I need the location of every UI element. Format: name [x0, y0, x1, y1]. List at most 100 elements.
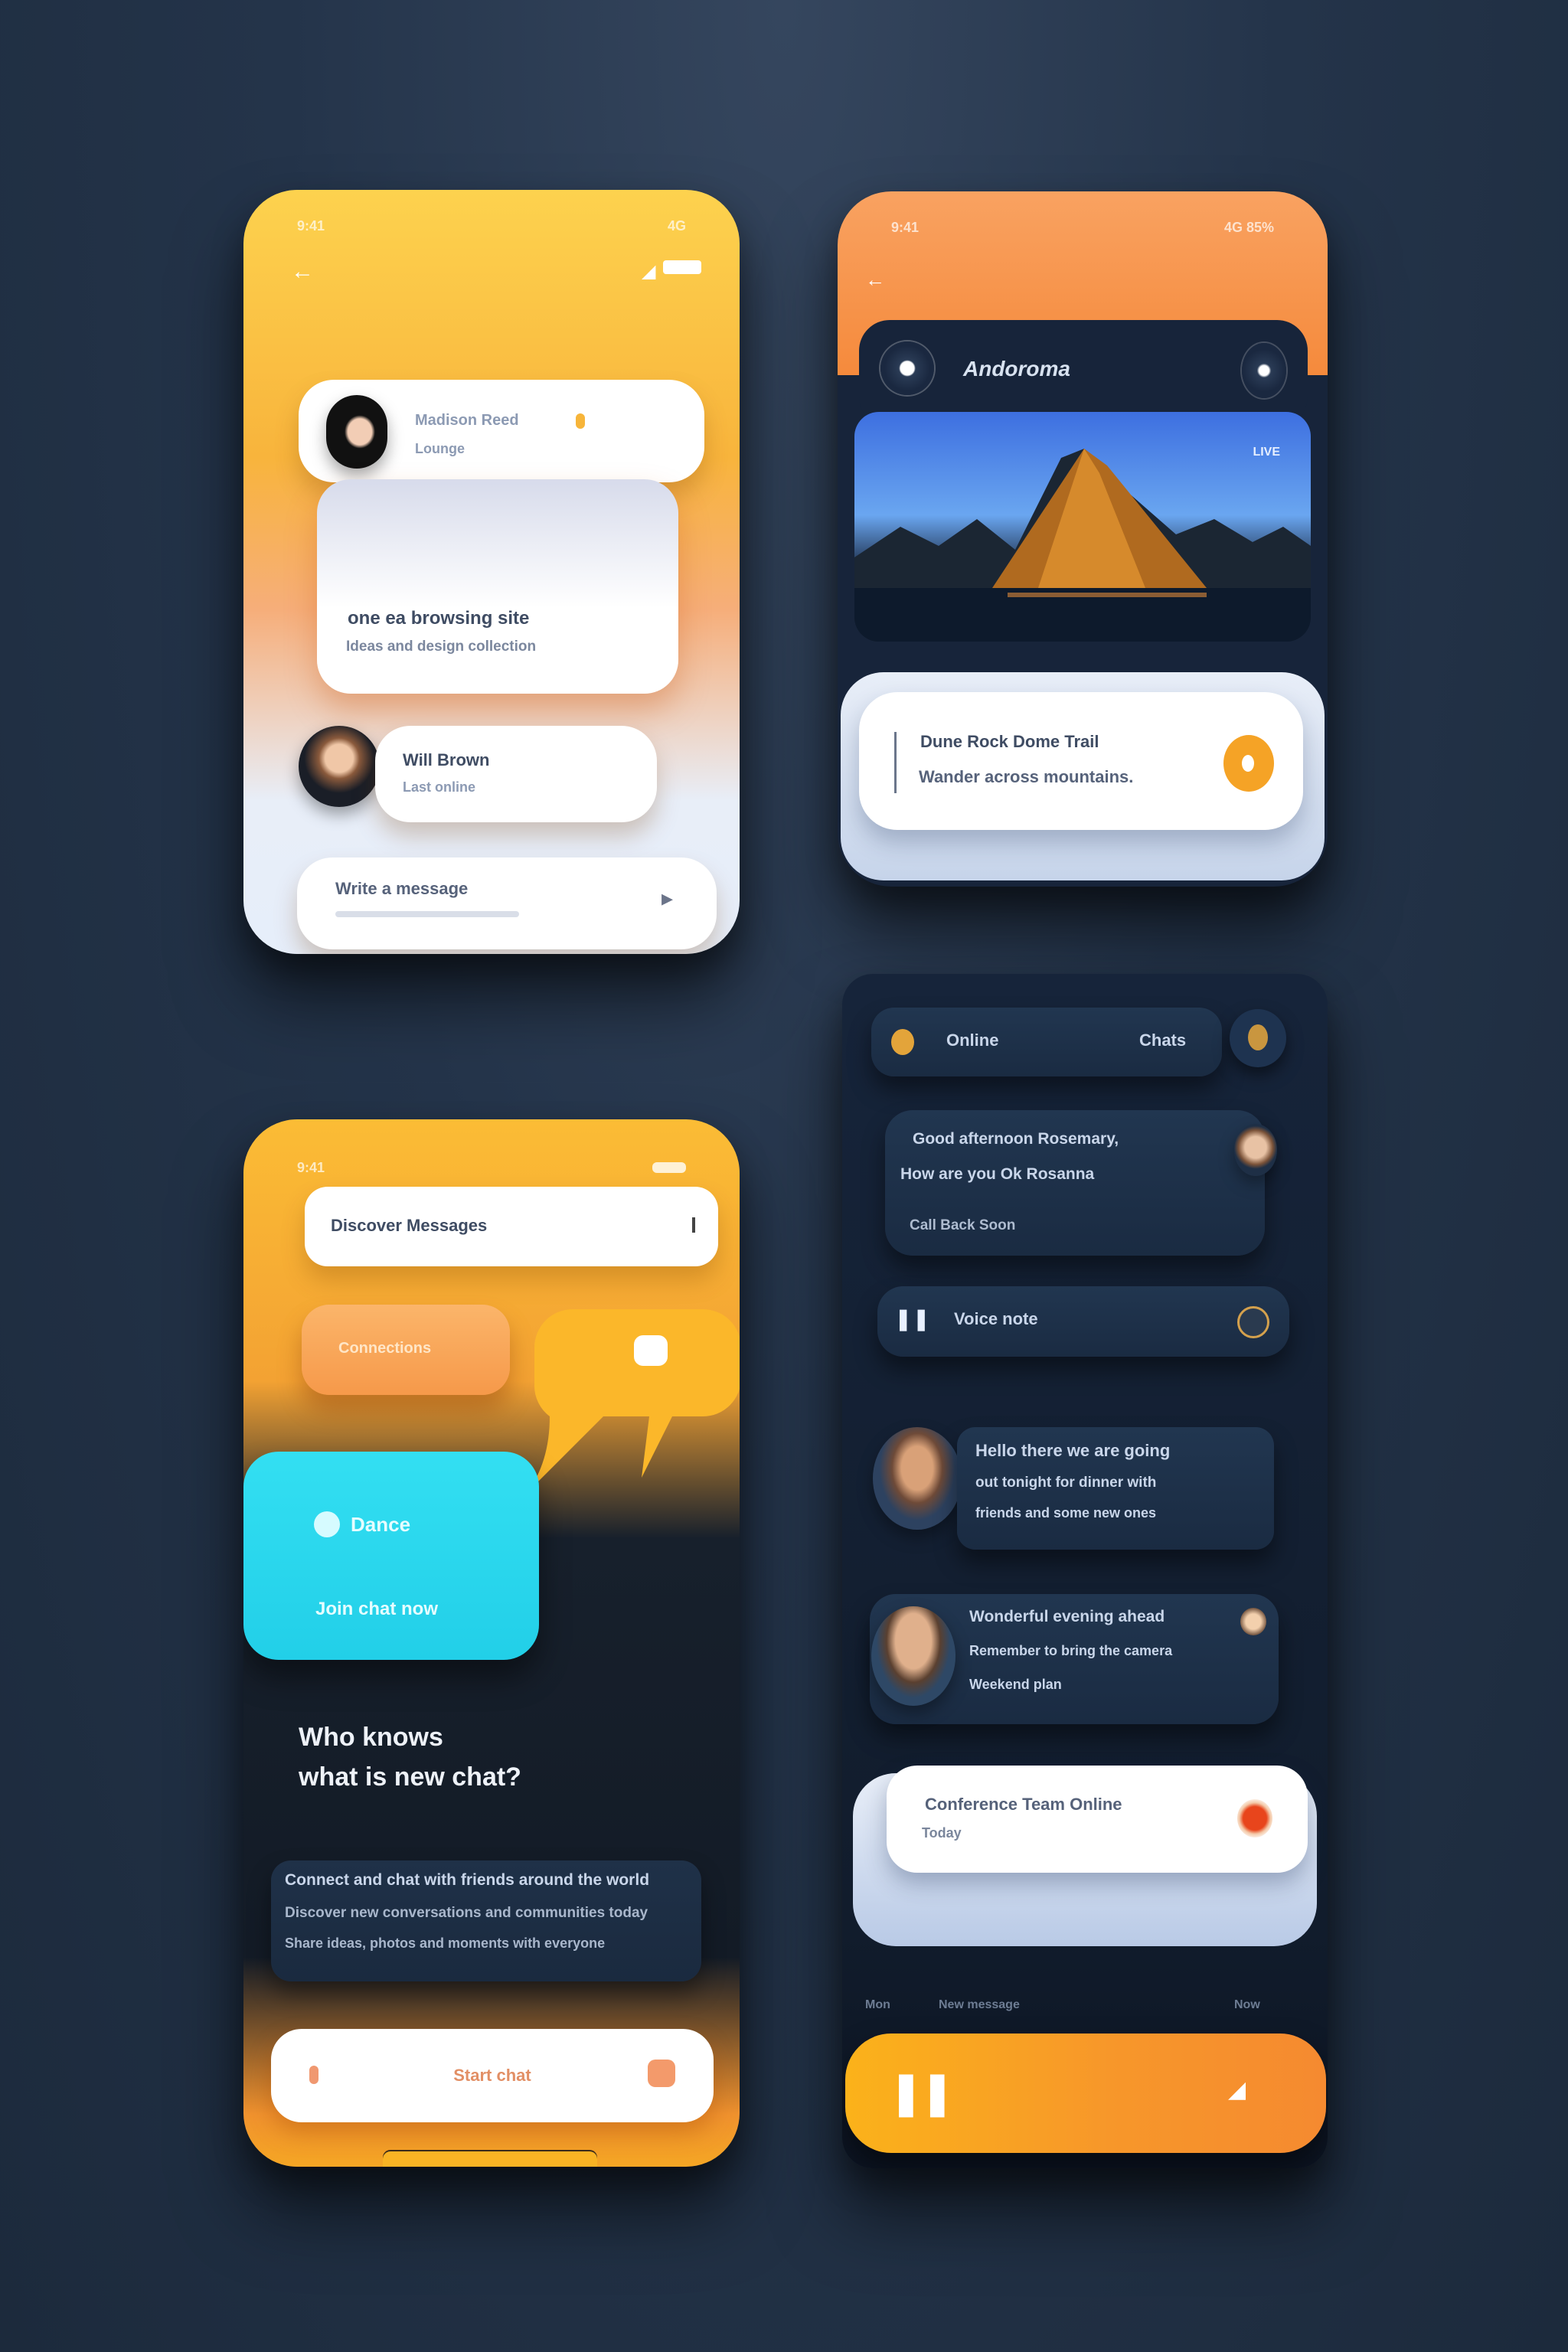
profile-header: Andoroma	[859, 320, 1308, 427]
search-input[interactable]: Discover Messages	[331, 1216, 487, 1236]
message-3-mini-avatar	[1240, 1608, 1266, 1635]
battery-icon	[663, 260, 701, 274]
message-3-line-3: Weekend plan	[969, 1677, 1062, 1692]
footer-label-left: Mon	[865, 1998, 890, 2011]
reply-bubble: Will Brown Last online	[375, 726, 657, 822]
notification-card[interactable]: Conference Team Online Today	[887, 1766, 1308, 1873]
photo-badge: LIVE	[1253, 446, 1280, 459]
battery-icon	[652, 1162, 686, 1173]
action-button[interactable]	[1223, 735, 1274, 792]
header-title: Andoroma	[963, 357, 1070, 381]
message-3-line-2: Remember to bring the camera	[969, 1643, 1173, 1658]
top-bar-right: Chats	[1139, 1031, 1187, 1050]
voice-note-label: Voice note	[954, 1309, 1038, 1328]
status-time: 9:41	[297, 1159, 325, 1175]
description-card: Connect and chat with friends around the…	[271, 1860, 701, 1981]
message-bubble: one ea browsing site Ideas and design co…	[317, 479, 678, 694]
notification-subtitle: Today	[922, 1825, 962, 1841]
message-card-1: Good afternoon Rosemary, How are you Ok …	[885, 1110, 1265, 1256]
notification-icon	[1248, 1024, 1268, 1050]
cyan-card-dot	[314, 1511, 340, 1537]
voice-note-bar[interactable]: ❚❚ Voice note	[877, 1286, 1289, 1357]
status-right: 4G 85%	[1223, 219, 1274, 235]
caption-card[interactable]: Dune Rock Dome Trail Wander across mount…	[859, 692, 1303, 830]
like-icon[interactable]: ◢	[1228, 2076, 1246, 2103]
contact-card[interactable]: Madison Reed Lounge	[299, 380, 704, 482]
phone-bubbles: 9:41 Discover Messages Connections Dance…	[243, 1119, 740, 2167]
caption-title: Dune Rock Dome Trail	[920, 732, 1099, 751]
pause-icon[interactable]: ❚❚	[894, 1306, 930, 1331]
cyan-card-title: Dance	[351, 1513, 411, 1536]
message-line-2: Ideas and design collection	[346, 639, 537, 655]
description-line-1: Connect and chat with friends around the…	[285, 1871, 650, 1889]
message-2-line-1: Hello there we are going	[975, 1441, 1171, 1460]
caption-subtitle: Wander across mountains.	[919, 767, 1134, 786]
start-chat-button[interactable]: Start chat	[271, 2029, 714, 2122]
send-icon[interactable]: ▸	[662, 885, 673, 912]
mountain-illustration	[854, 449, 1311, 642]
message-1-line-1: Good afternoon Rosemary,	[913, 1130, 1119, 1148]
play-button[interactable]	[1237, 1306, 1269, 1338]
description-line-3: Share ideas, photos and moments with eve…	[285, 1936, 606, 1951]
pause-button[interactable]: ❚❚	[888, 2067, 956, 2118]
caption-divider	[894, 732, 897, 793]
player-bar[interactable]: ❚❚ ◢	[845, 2034, 1326, 2153]
message-2-line-3: friends and some new ones	[975, 1505, 1157, 1521]
cyan-card[interactable]: Dance Join chat now	[243, 1452, 539, 1660]
status-bar: 9:41 4G 85%	[891, 216, 1274, 239]
reply-avatar	[299, 726, 380, 807]
compose-input[interactable]: Write a message	[335, 879, 468, 899]
bubble-icon	[634, 1335, 668, 1366]
status-right: 4G	[667, 217, 686, 234]
message-3-avatar	[871, 1606, 956, 1706]
compose-bar[interactable]: Write a message ▸	[297, 858, 717, 949]
signal-icon: ◢	[642, 261, 656, 282]
search-cursor	[692, 1217, 695, 1233]
message-line-1: one ea browsing site	[348, 608, 530, 629]
contact-status: Lounge	[415, 441, 465, 456]
footer-label-center: New message	[939, 1998, 1020, 2011]
compose-hint-bar	[335, 911, 519, 917]
status-dot-icon	[891, 1029, 914, 1055]
online-dot	[576, 413, 585, 429]
search-bar[interactable]: Discover Messages	[305, 1187, 718, 1266]
action-icon	[1242, 755, 1254, 772]
message-1-line-2: How are you Ok Rosanna	[900, 1165, 1095, 1183]
message-2-line-2: out tonight for dinner with	[975, 1475, 1157, 1491]
back-icon[interactable]: ←	[865, 268, 885, 292]
contact-name: Madison Reed	[415, 412, 519, 429]
reply-name: Will Brown	[403, 750, 490, 769]
chip-label: Connections	[338, 1340, 432, 1357]
question-line-1: Who knows	[299, 1723, 443, 1752]
top-bar-left: Online	[946, 1031, 999, 1050]
status-bar: 9:41	[297, 1156, 686, 1179]
phone-dark-chat: Online Chats Good afternoon Rosemary, Ho…	[842, 974, 1328, 2168]
profile-avatar[interactable]	[880, 341, 934, 395]
cyan-card-subtitle: Join chat now	[315, 1599, 439, 1619]
reply-status: Last online	[403, 779, 476, 795]
phone-chat-light: 9:41 4G ← ◢ Madison Reed Lounge one ea b…	[243, 190, 740, 954]
notification-title: Conference Team Online	[925, 1795, 1122, 1814]
record-button[interactable]	[1237, 1799, 1272, 1838]
message-1-time: Call Back Soon	[910, 1217, 1016, 1233]
message-card-3: Wonderful evening ahead Remember to brin…	[870, 1594, 1279, 1724]
message-2-avatar	[873, 1427, 962, 1530]
notification-button[interactable]	[1230, 1009, 1286, 1067]
message-3-line-1: Wonderful evening ahead	[969, 1608, 1165, 1625]
status-time: 9:41	[297, 217, 325, 234]
contact-avatar	[326, 395, 387, 469]
back-icon[interactable]: ←	[291, 259, 314, 285]
landscape-photo[interactable]: LIVE	[854, 412, 1311, 642]
status-time: 9:41	[891, 219, 920, 235]
status-bar: 9:41 4G	[297, 214, 686, 237]
profile-menu-button[interactable]	[1242, 343, 1286, 398]
message-card-2: Hello there we are going out tonight for…	[957, 1427, 1274, 1550]
home-indicator	[383, 2151, 597, 2167]
top-bar[interactable]: Online Chats	[871, 1008, 1222, 1076]
footer-label-right: Now	[1234, 1998, 1260, 2011]
description-line-2: Discover new conversations and communiti…	[285, 1905, 648, 1921]
message-1-avatar	[1234, 1124, 1277, 1176]
question-line-2: what is new chat?	[299, 1762, 521, 1792]
phone-photo-feed: 9:41 4G 85% ← Andoroma LIVE Dune Rock Do…	[838, 191, 1328, 887]
button-right-icon	[648, 2060, 675, 2087]
